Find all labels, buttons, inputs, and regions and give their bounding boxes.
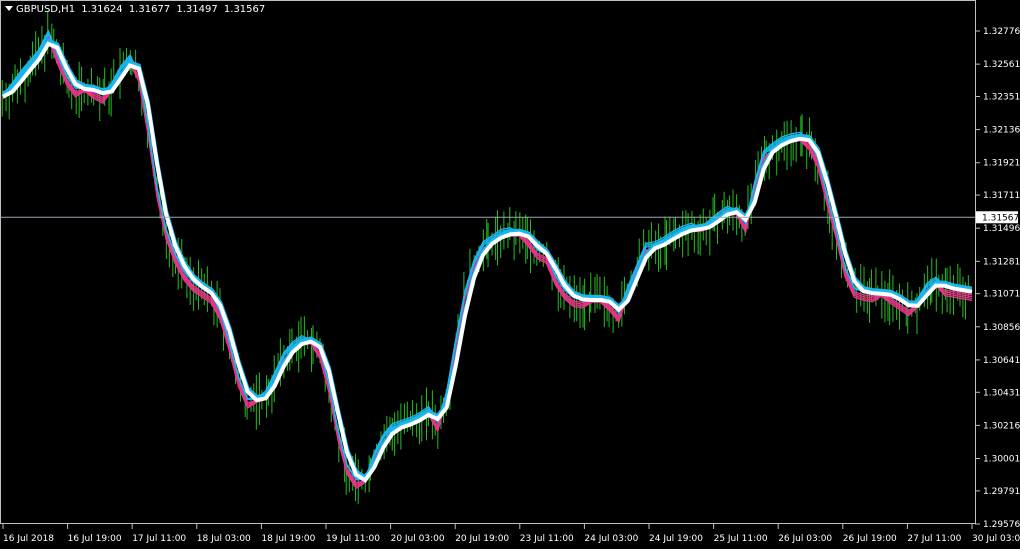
- x-tick-label: 17 Jul 11:00: [132, 534, 186, 544]
- current-price-tag: 1.31567: [976, 211, 1019, 224]
- x-tick-label: 19 Jul 11:00: [326, 534, 380, 544]
- ma-line-white: [2, 41, 973, 483]
- candles-layer: [1, 11, 969, 504]
- y-tick-label: 1.29791: [983, 487, 1020, 497]
- y-tick-label: 1.32351: [983, 92, 1020, 102]
- x-tick-label: 26 Jul 19:00: [843, 534, 897, 544]
- current-price-label: 1.31567: [982, 213, 1019, 223]
- price-axis[interactable]: 1.32776 1.32561 1.32351 1.32136 1.31921 1.317…: [975, 27, 1020, 530]
- bar-high: 1.31677: [128, 4, 171, 15]
- y-tick-label: 1.31496: [983, 224, 1020, 234]
- triangle-down-icon[interactable]: [5, 6, 13, 11]
- x-tick-label: 23 Jul 11:00: [520, 534, 574, 544]
- y-tick-label: 1.30856: [983, 323, 1020, 333]
- bar-low: 1.31497: [176, 4, 218, 15]
- y-tick-label: 1.31711: [983, 191, 1020, 201]
- y-tick-label: 1.31071: [983, 290, 1020, 300]
- x-tick-label: 16 Jul 2018: [3, 534, 54, 544]
- time-axis[interactable]: 16 Jul 2018 16 Jul 19:00 17 Jul 11:00 18 Ju…: [2, 524, 1020, 544]
- y-tick-label: 1.30001: [983, 455, 1020, 465]
- y-tick-label: 1.30641: [983, 356, 1020, 366]
- x-tick-label: 18 Jul 19:00: [261, 534, 315, 544]
- x-tick-label: 20 Jul 03:00: [391, 534, 445, 544]
- x-tick-label: 27 Jul 11:00: [907, 534, 961, 544]
- symbol-timeframe: GBPUSD,H1: [16, 4, 76, 15]
- x-tick-label: 18 Jul 03:00: [197, 534, 251, 544]
- x-tick-label: 20 Jul 19:00: [455, 534, 509, 544]
- y-tick-label: 1.32776: [983, 27, 1020, 37]
- chart-window[interactable]: 1.32776 1.32561 1.32351 1.32136 1.31921 1.317…: [0, 0, 1020, 549]
- bar-close: 1.31567: [223, 4, 266, 15]
- y-tick-label: 1.30431: [983, 388, 1020, 398]
- bar-open: 1.31624: [81, 4, 123, 15]
- y-tick-label: 1.31281: [983, 257, 1020, 267]
- moving-averages-layer: [2, 29, 973, 490]
- chart-info-bar: GBPUSD,H1 1.31624 1.31677 1.31497 1.3156…: [5, 4, 268, 15]
- y-tick-label: 1.31921: [983, 159, 1020, 169]
- x-tick-label: 26 Jul 03:00: [778, 534, 832, 544]
- x-tick-label: 24 Jul 19:00: [649, 534, 703, 544]
- x-tick-label: 24 Jul 03:00: [584, 534, 638, 544]
- y-tick-label: 1.30216: [983, 421, 1020, 431]
- y-tick-label: 1.32561: [983, 60, 1020, 70]
- x-tick-label: 25 Jul 11:00: [714, 534, 768, 544]
- x-tick-label: 16 Jul 19:00: [68, 534, 122, 544]
- x-tick-label: 30 Jul 03:00: [972, 534, 1020, 544]
- price-chart[interactable]: 1.32776 1.32561 1.32351 1.32136 1.31921 1.317…: [0, 0, 1020, 549]
- y-tick-label: 1.29576: [983, 520, 1020, 530]
- y-tick-label: 1.32136: [983, 126, 1020, 136]
